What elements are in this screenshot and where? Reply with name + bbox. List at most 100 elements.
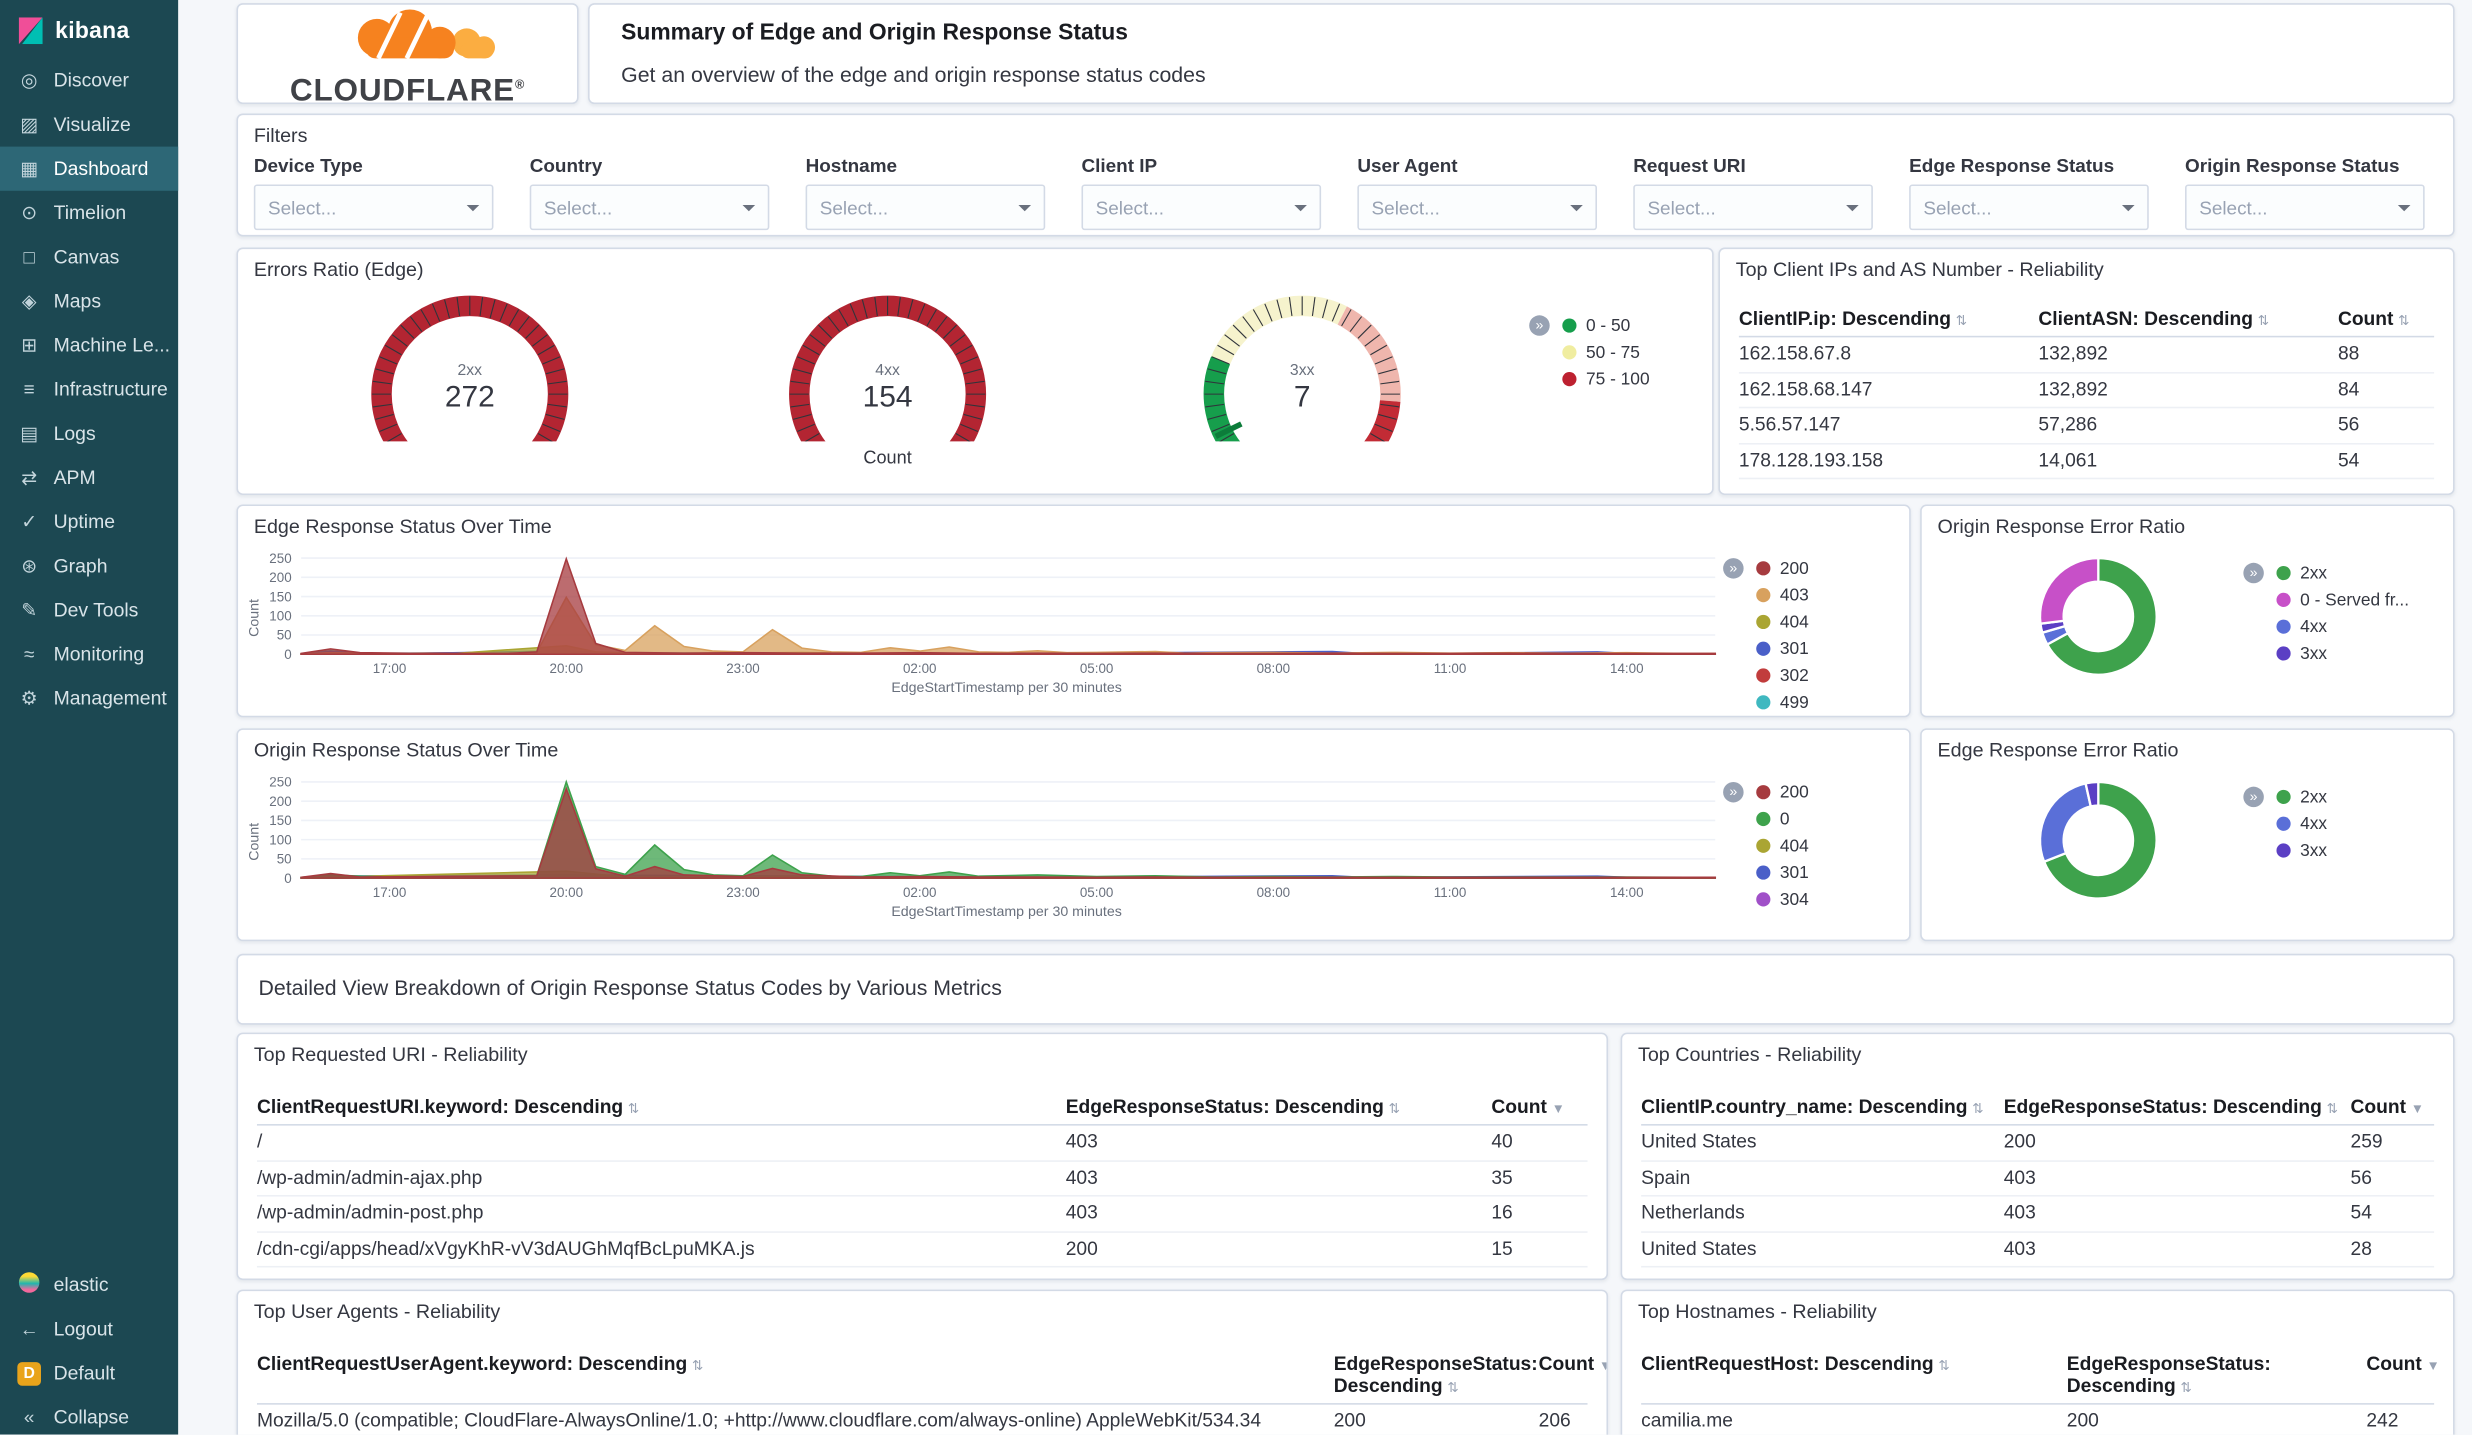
sidebar-item-collapse[interactable]: « Collapse	[0, 1395, 178, 1434]
table-row[interactable]: /wp-admin/admin-post.php 403 16	[256, 1197, 1588, 1233]
legend-item[interactable]: 0 - Served fr...	[2276, 590, 2409, 610]
table-body: United States 200 259 Spain 403 56 Nethe…	[1641, 1126, 2435, 1268]
legend-item[interactable]: 3xx	[2276, 840, 2327, 860]
legend-item[interactable]: 200	[1756, 558, 1809, 578]
column-header[interactable]: Count ⇅	[2338, 303, 2434, 336]
table-row[interactable]: Spain 403 56	[1641, 1161, 2435, 1197]
sidebar-item[interactable]: ✓ Uptime	[0, 500, 178, 544]
table-row[interactable]: United States 403 28	[1641, 1232, 2435, 1268]
filter-select[interactable]: Select...	[1357, 184, 1597, 231]
filter-select[interactable]: Select...	[1633, 184, 1873, 231]
sidebar-item[interactable]: ⇄ APM	[0, 456, 178, 500]
filter-select[interactable]: Select...	[805, 184, 1046, 231]
legend-item[interactable]: 0	[1756, 809, 1809, 829]
sidebar-item[interactable]: ◈ Maps	[0, 279, 178, 323]
legend-item[interactable]: 304	[1756, 889, 1809, 909]
dashboard-header-panel: Summary of Edge and Origin Response Stat…	[588, 3, 2455, 105]
filter-select[interactable]: Select...	[529, 184, 770, 231]
table-row[interactable]: Mozilla/5.0 (compatible; CloudFlare-Alwa…	[257, 1405, 1588, 1435]
legend-item[interactable]: 404	[1756, 836, 1809, 856]
column-header[interactable]: ClientRequestHost: Descending ⇅	[1641, 1348, 2067, 1403]
legend-item[interactable]: 499	[1756, 692, 1809, 712]
column-header[interactable]: ClientIP.country_name: Descending ⇅	[1641, 1091, 2004, 1124]
sidebar-item[interactable]: ⊙ Timelion	[0, 191, 178, 235]
origin-status-over-time-panel: Origin Response Status Over Time Count 0…	[236, 728, 1911, 942]
kibana-logo[interactable]: kibana	[0, 0, 178, 58]
table-row[interactable]: 178.128.193.158 14,061 54	[1738, 444, 2435, 480]
edge-status-area-chart[interactable]: 0 50 100 150 200 250 17:00 20:00 23:00 02:00 05:00…	[241, 551, 1731, 679]
sidebar-item[interactable]: □ Canvas	[0, 235, 178, 279]
legend-item[interactable]: 302	[1756, 665, 1809, 685]
legend-expand-icon[interactable]: »	[1723, 781, 1744, 803]
legend-item[interactable]: 3xx	[2276, 643, 2409, 663]
donut-legend: » 2xx 0 - Served fr... 4xx 3xx	[2243, 562, 2409, 664]
table-row[interactable]: /wp-admin/admin-ajax.php 403 35	[256, 1161, 1588, 1197]
edge-error-ratio-panel: Edge Response Error Ratio » 2xx 4xx 3xx	[1920, 728, 2455, 942]
filter-control: User Agent Select...	[1357, 154, 1597, 231]
sidebar-footer: elastic ← Logout D Default « Collapse	[0, 1263, 178, 1435]
column-header[interactable]: EdgeResponseStatus: Descending ⇅	[2004, 1091, 2351, 1124]
sidebar-item[interactable]: ◎ Discover	[0, 58, 178, 102]
sidebar-item[interactable]: ≡ Infrastructure	[0, 367, 178, 411]
legend-expand-icon[interactable]: »	[1529, 315, 1550, 336]
sidebar-item[interactable]: ⊛ Graph	[0, 544, 178, 588]
edge-error-ratio-donut[interactable]	[2010, 752, 2187, 929]
filter-select[interactable]: Select...	[1909, 184, 2149, 231]
sidebar-item[interactable]: ⚙ Management	[0, 676, 178, 720]
legend-expand-icon[interactable]: »	[2243, 786, 2264, 808]
legend-item[interactable]: 404	[1756, 612, 1809, 632]
legend-item[interactable]: 301	[1756, 638, 1809, 658]
column-header[interactable]: EdgeResponseStatus: Descending ⇅	[2067, 1348, 2367, 1403]
column-header[interactable]: EdgeResponseStatus: Descending ⇅	[1066, 1091, 1492, 1124]
column-header[interactable]: EdgeResponseStatus: Descending ⇅	[1334, 1348, 1539, 1403]
sidebar-item[interactable]: ⊞ Machine Le...	[0, 323, 178, 367]
sidebar-item[interactable]: ▤ Logs	[0, 411, 178, 455]
table-row[interactable]: camilia.me 200 242	[1641, 1405, 2434, 1435]
table-row[interactable]: / 403 40	[256, 1126, 1588, 1162]
table-row[interactable]: /cdn-cgi/apps/head/xVgyKhR-vV3dAUGhMqfBc…	[256, 1232, 1588, 1268]
filter-select[interactable]: Select...	[2185, 184, 2425, 231]
legend-expand-icon[interactable]: »	[2243, 562, 2264, 584]
column-header[interactable]: ClientIP.ip: Descending ⇅	[1739, 303, 2039, 336]
sidebar-item-icon: ⊙	[21, 201, 38, 224]
legend-item[interactable]: 403	[1756, 585, 1809, 605]
legend-item[interactable]: 301	[1756, 862, 1809, 882]
legend-item[interactable]: 2xx	[2276, 787, 2327, 807]
column-header[interactable]: Count▼	[1491, 1091, 1587, 1124]
sidebar-item-elastic[interactable]: elastic	[0, 1263, 178, 1307]
legend-item[interactable]: 2xx	[2276, 563, 2409, 583]
column-header[interactable]: Count▼	[2351, 1091, 2435, 1124]
origin-error-ratio-donut[interactable]	[2010, 528, 2187, 705]
table-row[interactable]: 162.158.67.8 132,892 88	[1738, 337, 2435, 373]
top-requested-uri-panel: Top Requested URI - Reliability ClientRe…	[236, 1032, 1609, 1281]
column-header[interactable]: ClientASN: Descending ⇅	[2038, 303, 2338, 336]
legend-item[interactable]: 4xx	[2276, 616, 2409, 636]
legend-expand-icon[interactable]: »	[1723, 558, 1744, 579]
column-header[interactable]: ClientRequestUserAgent.keyword: Descendi…	[257, 1348, 1334, 1403]
legend-item[interactable]: 0 - 50	[1562, 315, 1649, 335]
svg-text:200: 200	[269, 794, 291, 809]
column-header[interactable]: Count▼	[2366, 1348, 2449, 1403]
table-row[interactable]: United States 200 259	[1641, 1126, 2435, 1162]
legend-item[interactable]: 200	[1756, 782, 1809, 802]
sidebar-item-default-space[interactable]: D Default	[0, 1351, 178, 1395]
sidebar-item[interactable]: ▨ Visualize	[0, 102, 178, 146]
filter-select[interactable]: Select...	[253, 184, 494, 231]
table-row[interactable]: Netherlands 403 54	[1641, 1197, 2435, 1233]
legend-item[interactable]: 4xx	[2276, 813, 2327, 833]
sidebar-item-icon: ⚙	[20, 686, 38, 709]
sort-icon: ⇅	[1447, 1379, 1459, 1396]
sort-icon: ▼	[1551, 1100, 1565, 1117]
legend-item[interactable]: 50 - 75	[1562, 342, 1649, 362]
column-header[interactable]: Count▼	[1539, 1348, 1607, 1403]
column-header[interactable]: ClientRequestURI.keyword: Descending ⇅	[257, 1091, 1066, 1124]
table-row[interactable]: 5.56.57.147 57,286 56	[1738, 408, 2435, 444]
legend-item[interactable]: 75 - 100	[1562, 369, 1650, 389]
sidebar-item-logout[interactable]: ← Logout	[0, 1307, 178, 1351]
sidebar-item[interactable]: ▦ Dashboard	[0, 146, 179, 191]
sidebar-item[interactable]: ✎ Dev Tools	[0, 588, 178, 632]
filter-select[interactable]: Select...	[1081, 184, 1322, 231]
origin-status-area-chart[interactable]: 0 50 100 150 200 250 17:00 20:00 23:00 02:00 05:00…	[241, 775, 1731, 903]
table-row[interactable]: 162.158.68.147 132,892 84	[1738, 373, 2435, 409]
sidebar-item[interactable]: ≈ Monitoring	[0, 632, 178, 676]
